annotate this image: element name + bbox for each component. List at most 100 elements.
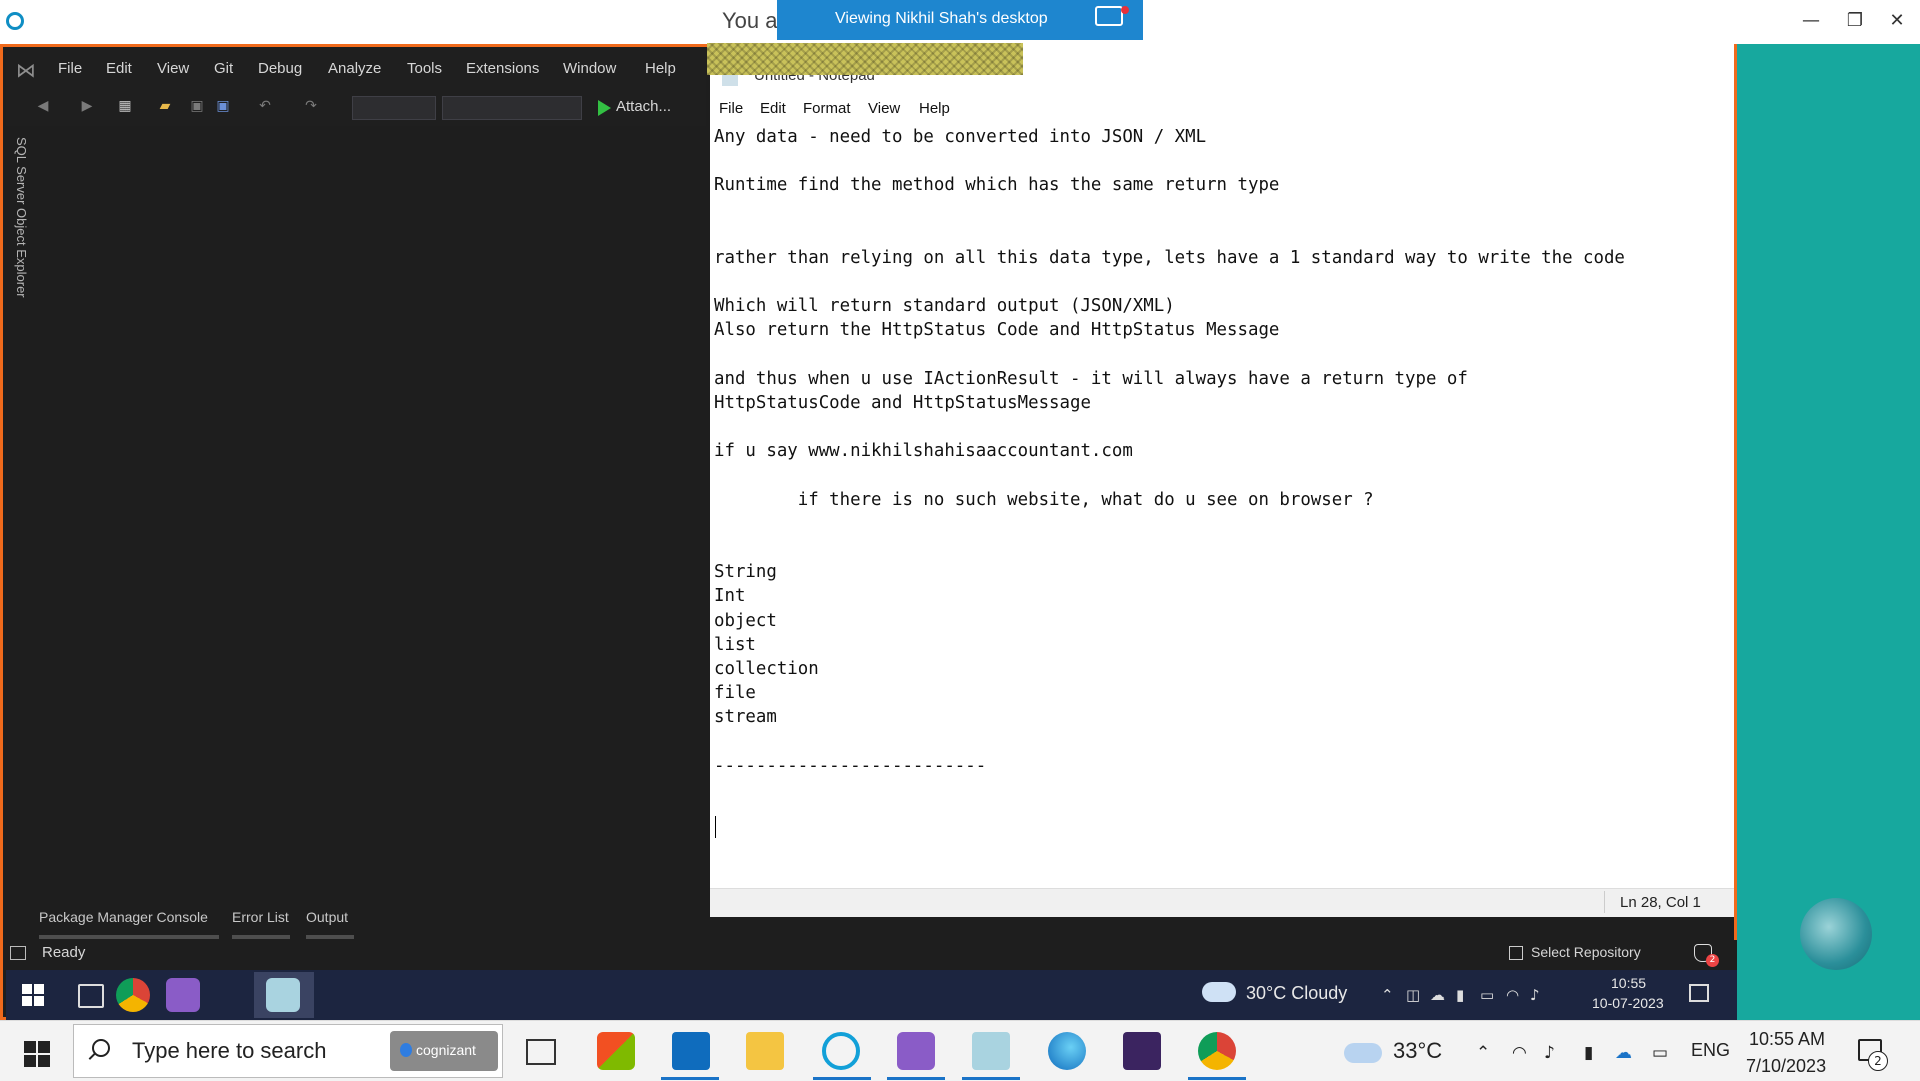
save-all-icon[interactable]: ▣ bbox=[214, 98, 232, 114]
remote-clock-date[interactable]: 10-07-2023 bbox=[1592, 995, 1664, 1011]
select-repository-button[interactable]: Select Repository bbox=[1531, 944, 1641, 960]
tab-package-manager-console[interactable]: Package Manager Console bbox=[39, 909, 208, 925]
onedrive-icon[interactable]: ☁ bbox=[1615, 1043, 1632, 1063]
outlook-icon[interactable] bbox=[672, 1032, 710, 1070]
language-indicator[interactable]: ENG bbox=[1691, 1040, 1730, 1061]
notepad-icon[interactable] bbox=[266, 978, 300, 1012]
taskbar-search-box[interactable]: Type here to search cognizant bbox=[73, 1024, 503, 1078]
notepad-menu-view[interactable]: View bbox=[868, 100, 900, 117]
start-button[interactable] bbox=[24, 1041, 50, 1067]
volume-icon[interactable]: ♪ bbox=[1530, 986, 1540, 1004]
remote-start-button[interactable] bbox=[22, 984, 44, 1006]
screen-share-status-dot bbox=[1121, 6, 1129, 14]
clock-date[interactable]: 7/10/2023 bbox=[1746, 1056, 1826, 1077]
text-line: stream bbox=[714, 707, 777, 727]
show-hidden-icons-icon[interactable]: ⌃ bbox=[1476, 1043, 1490, 1063]
open-folder-icon[interactable]: ▰ bbox=[156, 98, 174, 114]
notepad-menu-help[interactable]: Help bbox=[919, 100, 950, 117]
visual-studio-icon[interactable] bbox=[166, 978, 200, 1012]
notepad-menubar: File Edit Format View Help bbox=[710, 96, 1734, 124]
status-separator bbox=[1604, 891, 1605, 913]
battery-icon[interactable]: ▭ bbox=[1480, 986, 1494, 1004]
status-ready-text: Ready bbox=[42, 944, 86, 961]
notepad-text-area[interactable]: Any data - need to be converted into JSO… bbox=[710, 124, 1734, 886]
remote-weather-text[interactable]: 30°C Cloudy bbox=[1246, 983, 1347, 1004]
battery-icon[interactable]: ▭ bbox=[1652, 1043, 1668, 1063]
visual-studio-taskbar-icon[interactable] bbox=[897, 1032, 935, 1070]
vs-menu-view[interactable]: View bbox=[157, 60, 189, 77]
redo-icon[interactable]: ↷ bbox=[302, 98, 320, 114]
notepad-menu-file[interactable]: File bbox=[719, 100, 743, 117]
vs-menu-extensions[interactable]: Extensions bbox=[466, 60, 539, 77]
save-icon[interactable]: ▣ bbox=[188, 98, 206, 114]
notepad-taskbar-icon[interactable] bbox=[972, 1032, 1010, 1070]
show-hidden-icons-icon[interactable]: ⌃ bbox=[1381, 986, 1394, 1004]
search-icon-handle bbox=[88, 1052, 97, 1060]
host-weather-text[interactable]: 33°C bbox=[1393, 1038, 1442, 1064]
chrome-taskbar-icon[interactable] bbox=[1198, 1032, 1236, 1070]
microphone-icon[interactable]: ▮ bbox=[1584, 1043, 1593, 1063]
vs-menu-tools[interactable]: Tools bbox=[407, 60, 442, 77]
wifi-icon[interactable]: ◠ bbox=[1512, 1043, 1527, 1063]
vs-menu-edit[interactable]: Edit bbox=[106, 60, 132, 77]
notepad-titlebar: Untitled - Notepad bbox=[707, 43, 1734, 88]
undo-icon[interactable]: ↶ bbox=[256, 98, 274, 114]
microsoft-store-icon[interactable] bbox=[597, 1032, 635, 1070]
tab-error-list[interactable]: Error List bbox=[232, 909, 289, 925]
screen-share-icon[interactable] bbox=[1095, 6, 1123, 26]
vs-menu-git[interactable]: Git bbox=[214, 60, 233, 77]
meet-now-icon[interactable]: ◫ bbox=[1406, 986, 1420, 1004]
text-line: collection bbox=[714, 659, 819, 679]
vs-menu-help[interactable]: Help bbox=[645, 60, 676, 77]
forward-icon[interactable]: ▶ bbox=[78, 98, 96, 114]
vs-menu-window[interactable]: Window bbox=[563, 60, 616, 77]
new-project-icon[interactable]: ▦ bbox=[116, 98, 134, 114]
microphone-icon[interactable]: ▮ bbox=[1456, 986, 1464, 1004]
text-line: -------------------------- bbox=[714, 756, 987, 776]
vs-toolbar: ◀ ▶ ▦ ▰ ▣ ▣ ↶ ↷ Attach... bbox=[6, 88, 706, 126]
tab-output[interactable]: Output bbox=[306, 909, 348, 925]
text-line: object bbox=[714, 611, 777, 631]
restore-button[interactable]: ❐ bbox=[1838, 8, 1872, 34]
configuration-dropdown[interactable] bbox=[352, 96, 436, 120]
zoho-assist-taskbar-icon[interactable] bbox=[822, 1032, 860, 1070]
text-line: and thus when u use IActionResult - it w… bbox=[714, 369, 1468, 389]
notepad-menu-edit[interactable]: Edit bbox=[760, 100, 786, 117]
screen-share-banner[interactable]: Viewing Nikhil Shah's desktop bbox=[777, 0, 1143, 40]
vs-menu-debug[interactable]: Debug bbox=[258, 60, 302, 77]
zoho-assist-icon bbox=[6, 12, 24, 30]
task-view-icon[interactable] bbox=[78, 984, 104, 1008]
repository-icon bbox=[1509, 946, 1523, 960]
close-button[interactable]: ✕ bbox=[1880, 8, 1914, 34]
vs-menu-analyze[interactable]: Analyze bbox=[328, 60, 381, 77]
text-line: Runtime find the method which has the sa… bbox=[714, 175, 1280, 195]
notepad-window[interactable]: Untitled - Notepad File Edit Format View… bbox=[707, 43, 1734, 917]
minimize-button[interactable]: — bbox=[1794, 8, 1828, 34]
text-line: String bbox=[714, 562, 777, 582]
platform-dropdown[interactable] bbox=[442, 96, 582, 120]
cognizant-label: cognizant bbox=[416, 1042, 476, 1058]
task-view-icon[interactable] bbox=[526, 1039, 556, 1065]
attach-button[interactable]: Attach... bbox=[616, 98, 671, 115]
start-debug-icon[interactable] bbox=[598, 100, 611, 116]
remote-notification-icon[interactable] bbox=[1689, 984, 1709, 1002]
clock-time[interactable]: 10:55 AM bbox=[1749, 1029, 1825, 1050]
sql-server-object-explorer-tab[interactable]: SQL Server Object Explorer bbox=[11, 137, 31, 357]
onedrive-icon[interactable]: ☁ bbox=[1430, 986, 1445, 1004]
volume-icon[interactable]: ♪ bbox=[1544, 1043, 1555, 1063]
cognizant-search-highlight[interactable]: cognizant bbox=[390, 1031, 498, 1071]
zoho-assist-orb-icon[interactable] bbox=[1800, 898, 1872, 970]
remote-clock-time[interactable]: 10:55 bbox=[1611, 975, 1646, 991]
back-icon[interactable]: ◀ bbox=[34, 98, 52, 114]
vs-menu-file[interactable]: File bbox=[58, 60, 82, 77]
text-line: if u say www.nikhilshahisaaccountant.com bbox=[714, 441, 1133, 461]
terminal-icon[interactable] bbox=[1123, 1032, 1161, 1070]
edge-icon[interactable] bbox=[1048, 1032, 1086, 1070]
text-line: rather than relying on all this data typ… bbox=[714, 248, 1625, 268]
file-explorer-icon[interactable] bbox=[746, 1032, 784, 1070]
privacy-mask bbox=[707, 43, 1023, 75]
chrome-icon[interactable] bbox=[116, 978, 150, 1012]
notepad-menu-format[interactable]: Format bbox=[803, 100, 851, 117]
wifi-icon[interactable]: ◠ bbox=[1506, 986, 1519, 1004]
text-line: Also return the HttpStatus Code and Http… bbox=[714, 320, 1280, 340]
